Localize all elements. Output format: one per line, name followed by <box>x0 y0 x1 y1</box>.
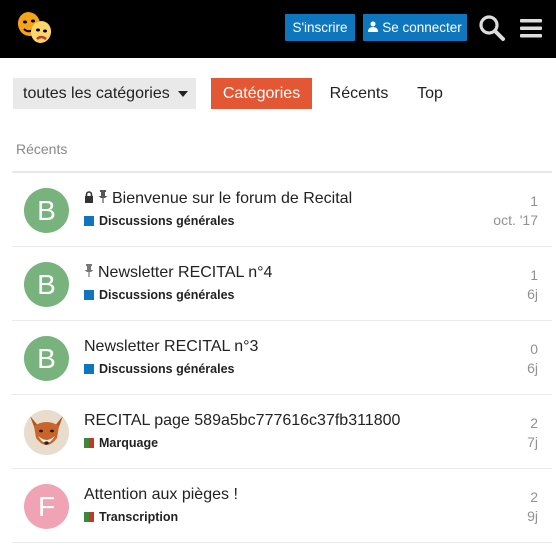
topic-title-line: RECITAL page 589a5bc777616c37fb311800 <box>84 412 400 430</box>
login-label: Se connecter <box>382 20 462 35</box>
reply-count: 2 <box>530 415 538 431</box>
pin-icon <box>98 190 108 208</box>
topic-category[interactable]: Discussions générales <box>84 288 234 302</box>
lock-icon <box>84 190 94 208</box>
topic-category[interactable]: Discussions générales <box>84 362 234 376</box>
fox-avatar[interactable] <box>24 410 69 455</box>
topic-row[interactable]: B Newsletter RECITAL n°3 Discussions gén… <box>12 321 552 395</box>
category-swatch <box>84 290 94 300</box>
topic-title-line: Bienvenue sur le forum de Recital <box>84 190 352 208</box>
topic-category[interactable]: Marquage <box>84 436 158 450</box>
last-activity[interactable]: 9j <box>527 508 538 524</box>
last-activity[interactable]: 6j <box>527 286 538 302</box>
category-swatch <box>84 216 94 226</box>
topic-title[interactable]: Newsletter RECITAL n°4 <box>98 264 272 282</box>
topic-row[interactable]: B Newsletter RECITAL n°4 Discussions gén… <box>12 247 552 321</box>
topic-title[interactable]: RECITAL page 589a5bc777616c37fb311800 <box>84 412 400 430</box>
topic-title[interactable]: Newsletter RECITAL n°3 <box>84 338 258 356</box>
category-label: Discussions générales <box>99 288 235 302</box>
reply-count: 1 <box>530 193 538 209</box>
topic-row[interactable]: RECITAL page 589a5bc777616c37fb311800 Ma… <box>12 395 552 469</box>
topic-title[interactable]: Attention aux pièges ! <box>84 486 238 504</box>
topic-row[interactable]: F Attention aux pièges ! Transcription 2… <box>12 469 552 543</box>
user-icon <box>368 20 379 35</box>
category-swatch <box>84 438 94 448</box>
category-dropdown[interactable]: toutes les catégories <box>13 78 196 109</box>
hamburger-menu-icon[interactable] <box>519 16 543 40</box>
reply-count: 2 <box>530 489 538 505</box>
topic-row[interactable]: B Bienvenue sur le forum de Recital Disc… <box>12 173 552 247</box>
avatar[interactable]: B <box>24 336 69 381</box>
avatar[interactable]: F <box>24 484 69 529</box>
last-activity[interactable]: 7j <box>527 434 538 450</box>
site-header: S'inscrire Se connecter <box>0 0 556 58</box>
category-swatch <box>84 512 94 522</box>
topic-title-line: Attention aux pièges ! <box>84 486 238 504</box>
tab-recent[interactable]: Récents <box>323 78 395 109</box>
reply-count: 1 <box>530 267 538 283</box>
topic-title-line: Newsletter RECITAL n°4 <box>84 264 272 282</box>
topic-title-line: Newsletter RECITAL n°3 <box>84 338 258 356</box>
avatar[interactable]: B <box>24 188 69 233</box>
topic-list: B Bienvenue sur le forum de Recital Disc… <box>12 171 552 543</box>
category-label: Discussions générales <box>99 362 235 376</box>
topic-category[interactable]: Discussions générales <box>84 214 234 228</box>
topic-navigation: toutes les catégories Catégories Récents… <box>0 58 556 122</box>
tab-categories[interactable]: Catégories <box>211 78 312 109</box>
category-label: Transcription <box>99 510 179 524</box>
search-icon[interactable] <box>478 14 506 42</box>
reply-count: 0 <box>530 341 538 357</box>
category-label: Discussions générales <box>99 214 235 228</box>
theatre-masks-logo[interactable] <box>14 8 54 48</box>
last-activity[interactable]: 6j <box>527 360 538 376</box>
signup-button[interactable]: S'inscrire <box>285 14 355 41</box>
last-activity[interactable]: oct. '17 <box>493 212 538 228</box>
section-label: Récents <box>16 141 68 157</box>
tab-top[interactable]: Top <box>408 78 452 109</box>
login-button[interactable]: Se connecter <box>363 14 467 41</box>
caret-down-icon <box>177 90 188 97</box>
category-label: Marquage <box>99 436 159 450</box>
pin-icon <box>84 264 94 282</box>
topic-title[interactable]: Bienvenue sur le forum de Recital <box>112 190 352 208</box>
category-swatch <box>84 364 94 374</box>
avatar[interactable]: B <box>24 262 69 307</box>
topic-category[interactable]: Transcription <box>84 510 178 524</box>
category-dropdown-label: toutes les catégories <box>23 84 170 102</box>
